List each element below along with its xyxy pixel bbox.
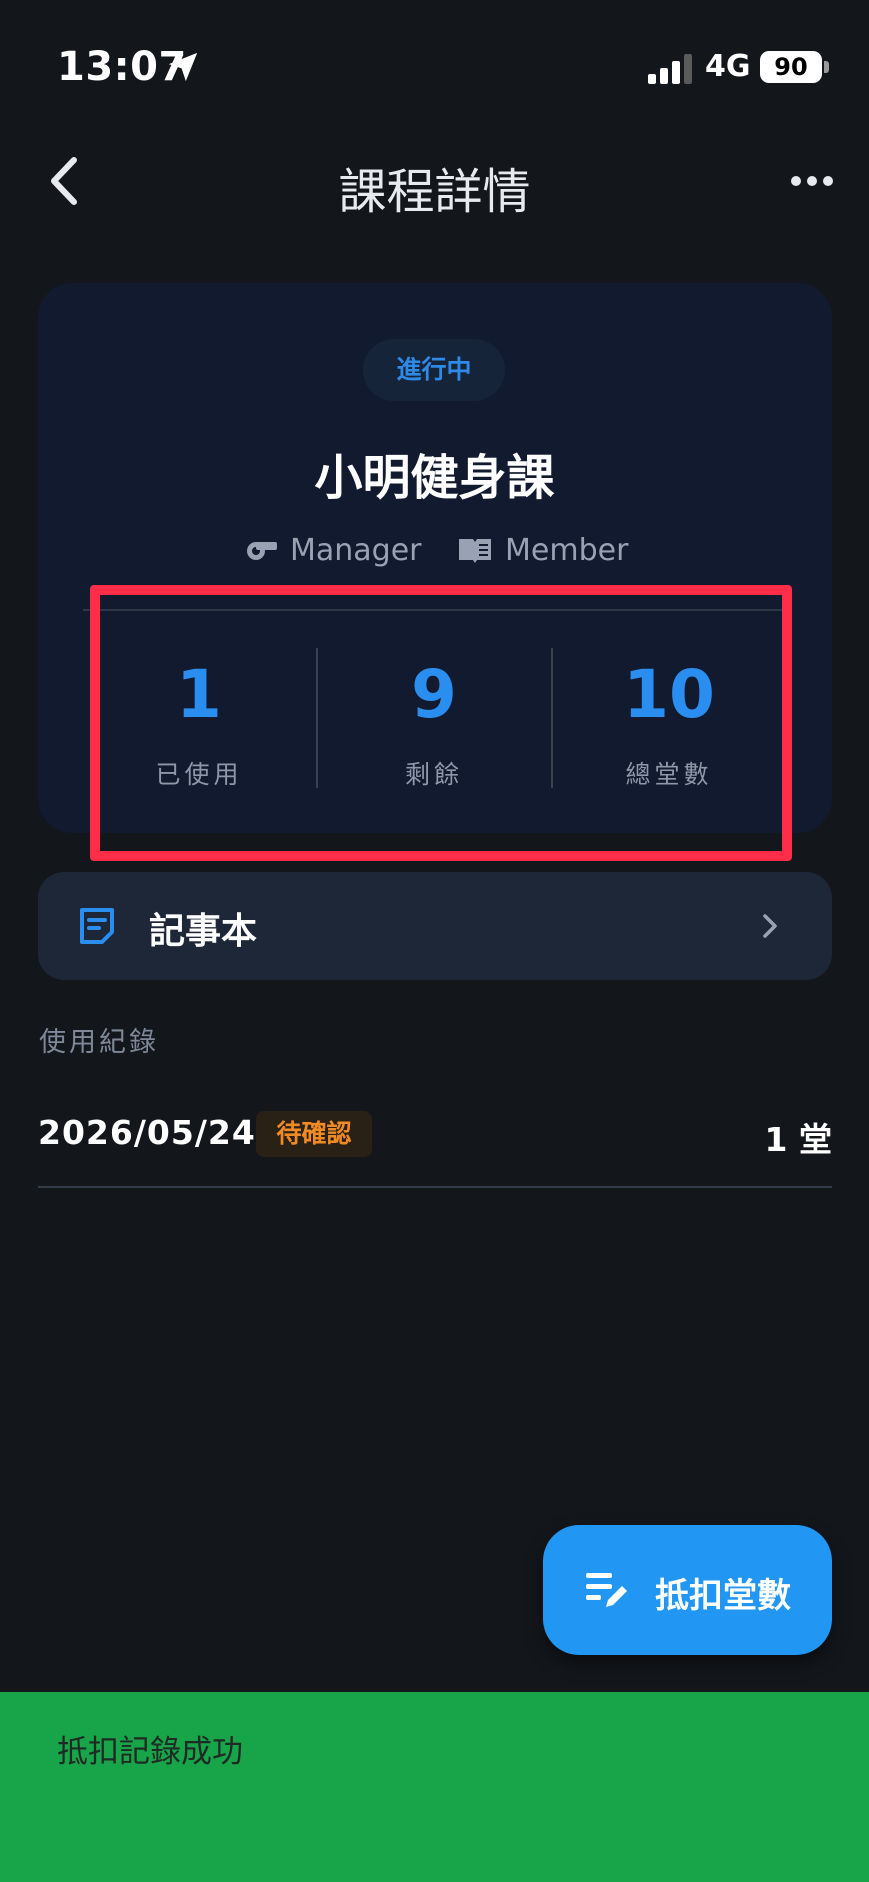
record-status-badge: 待確認 xyxy=(256,1111,372,1157)
network-type: 4G xyxy=(705,49,751,84)
usage-section-title: 使用紀錄 xyxy=(39,1027,159,1058)
record-date: 2026/05/24 xyxy=(38,1113,256,1152)
record-count: 1 堂 xyxy=(764,1120,832,1159)
note-icon xyxy=(80,908,114,944)
snackbar: 抵扣記錄成功 xyxy=(0,1692,869,1882)
more-button[interactable] xyxy=(790,168,834,194)
role-manager: Manager xyxy=(244,530,422,570)
edit-list-icon xyxy=(586,1573,627,1607)
role-member: Member xyxy=(457,530,628,570)
signal-icon xyxy=(648,54,692,84)
status-badge: 進行中 xyxy=(363,339,505,401)
snackbar-message: 抵扣記錄成功 xyxy=(57,1734,243,1770)
whistle-icon xyxy=(247,542,277,560)
course-detail-screen: 13:07 4G 90 課程詳情 進行中 小明健身課 Manager Membe… xyxy=(0,0,869,1882)
record-divider xyxy=(38,1186,832,1188)
usage-record-row[interactable]: 2026/05/24 待確認 1 堂 xyxy=(38,1105,832,1189)
highlight-annotation-box xyxy=(90,585,792,861)
ellipsis-icon xyxy=(791,176,833,186)
notebook-label: 記事本 xyxy=(149,911,258,952)
book-icon xyxy=(459,539,491,563)
page-title: 課程詳情 xyxy=(338,164,531,220)
location-arrow-icon xyxy=(168,52,198,82)
battery-icon: 90 xyxy=(760,51,822,83)
battery-cap xyxy=(824,61,829,73)
chevron-right-icon xyxy=(763,914,777,938)
role-manager-label: Manager xyxy=(290,532,422,568)
role-member-label: Member xyxy=(505,532,629,568)
notebook-button[interactable]: 記事本 xyxy=(38,872,832,980)
deduct-sessions-label: 抵扣堂數 xyxy=(655,1576,791,1616)
course-name: 小明健身課 xyxy=(314,450,555,506)
deduct-sessions-button[interactable]: 抵扣堂數 xyxy=(543,1525,832,1655)
status-bar: 13:07 4G 90 xyxy=(0,0,869,140)
